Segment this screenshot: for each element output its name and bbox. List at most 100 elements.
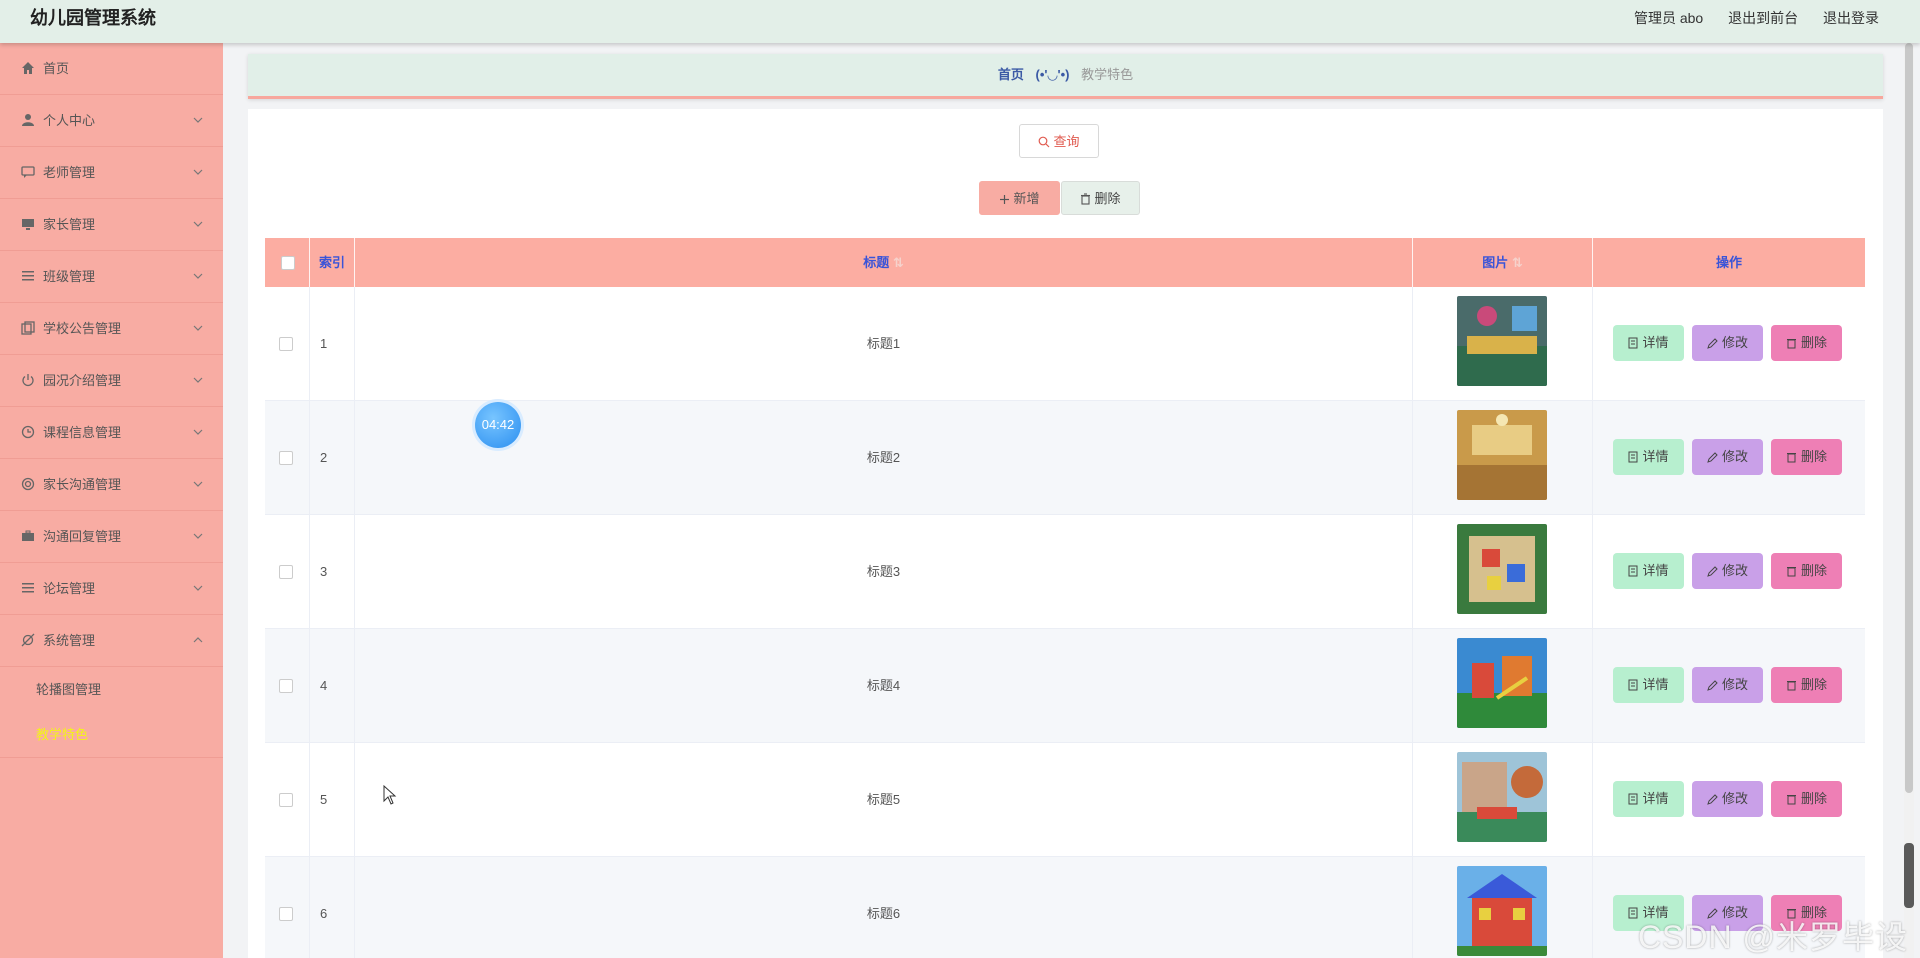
breadcrumb: 首页 (•'◡'•) 教学特色: [248, 54, 1883, 99]
clock-icon: [21, 425, 35, 439]
row-select: [265, 287, 310, 401]
sidebar-item-label: 论坛管理: [43, 581, 96, 596]
row-checkbox[interactable]: [279, 451, 293, 465]
row-actions: 详情 修改 删除: [1593, 743, 1865, 857]
batch-delete-label: 删除: [1094, 191, 1121, 206]
detail-button[interactable]: 详情: [1613, 667, 1684, 703]
row-index: 2: [310, 401, 355, 515]
sidebar-item-label: 首页: [43, 61, 70, 76]
delete-button[interactable]: 删除: [1771, 667, 1842, 703]
row-select: [265, 515, 310, 629]
back-to-front-link[interactable]: 退出到前台: [1728, 10, 1798, 26]
logout-link[interactable]: 退出登录: [1823, 10, 1879, 26]
edit-button[interactable]: 修改: [1692, 667, 1763, 703]
sort-icon: ⇅: [892, 255, 904, 270]
table-row: 5 标题5 详情 修改 删除: [265, 743, 1865, 857]
search-button[interactable]: 查询: [1019, 124, 1099, 158]
mouse-cursor-icon: [383, 785, 397, 805]
document-icon: [1628, 565, 1638, 577]
sidebar-item-intro[interactable]: 园况介绍管理: [0, 355, 223, 407]
row-checkbox[interactable]: [279, 907, 293, 921]
detail-label: 详情: [1642, 335, 1669, 350]
edit-icon: [1707, 680, 1718, 691]
search-icon: [1039, 136, 1050, 148]
edit-button[interactable]: 修改: [1692, 781, 1763, 817]
plus-icon: [1000, 195, 1010, 204]
delete-button[interactable]: 删除: [1771, 325, 1842, 361]
sidebar-item-system[interactable]: 系统管理: [0, 615, 223, 667]
edit-button[interactable]: 修改: [1692, 325, 1763, 361]
breadcrumb-home[interactable]: 首页: [998, 67, 1024, 82]
delete-button[interactable]: 删除: [1771, 553, 1842, 589]
top-bar: 幼儿园管理系统 管理员 abo 退出到前台 退出登录: [0, 0, 1920, 43]
sidebar-item-personal-center[interactable]: 个人中心: [0, 95, 223, 147]
header-title[interactable]: 标题 ⇅: [355, 238, 1413, 287]
thumbnail-image[interactable]: [1457, 410, 1547, 500]
delete-label: 删除: [1800, 677, 1827, 692]
sidebar-subitem-teaching-feature[interactable]: 教学特色: [0, 712, 223, 757]
table-row: 1 标题1 详情 修改 删除: [265, 287, 1865, 401]
sidebar-item-label: 课程信息管理: [43, 425, 122, 440]
detail-button[interactable]: 详情: [1613, 553, 1684, 589]
sidebar-item-class[interactable]: 班级管理: [0, 251, 223, 303]
sidebar-item-parent-communication[interactable]: 家长沟通管理: [0, 459, 223, 511]
thumbnail-image[interactable]: [1457, 296, 1547, 386]
admin-user-label[interactable]: 管理员 abo: [1634, 10, 1703, 26]
sidebar: 首页 个人中心 老师管理 家长管理 班级管理 学校公告管理 园况介绍管理 课程信…: [0, 43, 223, 958]
sidebar-item-reply[interactable]: 沟通回复管理: [0, 511, 223, 563]
breadcrumb-separator: (•'◡'•): [1035, 67, 1070, 82]
row-checkbox[interactable]: [279, 565, 293, 579]
edit-icon: [1707, 794, 1718, 805]
briefcase-icon: [22, 530, 34, 541]
chevron-down-icon: [193, 169, 203, 175]
thumbnail-image[interactable]: [1457, 866, 1547, 956]
header-title-label: 标题: [863, 255, 890, 270]
row-title: 标题3: [355, 515, 1413, 629]
row-checkbox[interactable]: [279, 679, 293, 693]
delete-label: 删除: [1800, 791, 1827, 806]
thumbnail-image[interactable]: [1457, 524, 1547, 614]
chevron-up-icon: [193, 637, 203, 643]
sidebar-divider: [0, 757, 223, 758]
sidebar-item-notice[interactable]: 学校公告管理: [0, 303, 223, 355]
row-checkbox[interactable]: [279, 793, 293, 807]
delete-button[interactable]: 删除: [1771, 439, 1842, 475]
sidebar-item-parent[interactable]: 家长管理: [0, 199, 223, 251]
row-select: [265, 743, 310, 857]
page-scrollbar[interactable]: [1904, 43, 1914, 958]
edit-label: 修改: [1721, 791, 1748, 806]
batch-delete-button[interactable]: 删除: [1061, 181, 1140, 215]
monitor-icon: [22, 219, 34, 230]
sidebar-item-home[interactable]: 首页: [0, 43, 223, 95]
header-index: 索引: [310, 238, 355, 287]
detail-button[interactable]: 详情: [1613, 439, 1684, 475]
breadcrumb-current: 教学特色: [1081, 67, 1134, 82]
thumbnail-image[interactable]: [1457, 638, 1547, 728]
scrollbar-thumb[interactable]: [1905, 43, 1913, 793]
chevron-down-icon: [193, 221, 203, 227]
sidebar-item-forum[interactable]: 论坛管理: [0, 563, 223, 615]
data-table: 索引 标题 ⇅ 图片 ⇅ 操作 1 标题1 详情 修改 删除 2 标题2 详情 …: [265, 238, 1865, 958]
select-all-checkbox[interactable]: [281, 256, 295, 270]
add-button-label: 新增: [1013, 191, 1040, 206]
timer-badge[interactable]: 04:42: [475, 402, 521, 448]
edit-button[interactable]: 修改: [1692, 439, 1763, 475]
list-icon: [22, 271, 34, 281]
detail-button[interactable]: 详情: [1613, 781, 1684, 817]
add-button[interactable]: 新增: [979, 181, 1060, 215]
edit-button[interactable]: 修改: [1692, 553, 1763, 589]
sidebar-item-course[interactable]: 课程信息管理: [0, 407, 223, 459]
thumbnail-image[interactable]: [1457, 752, 1547, 842]
delete-button[interactable]: 删除: [1771, 781, 1842, 817]
delete-label: 删除: [1800, 563, 1827, 578]
sidebar-item-teacher[interactable]: 老师管理: [0, 147, 223, 199]
row-checkbox[interactable]: [279, 337, 293, 351]
sidebar-item-label: 班级管理: [43, 269, 96, 284]
detail-label: 详情: [1642, 449, 1669, 464]
sidebar-subitem-carousel[interactable]: 轮播图管理: [0, 667, 223, 712]
header-image[interactable]: 图片 ⇅: [1413, 238, 1593, 287]
detail-button[interactable]: 详情: [1613, 325, 1684, 361]
edit-icon: [1707, 566, 1718, 577]
row-select: [265, 857, 310, 958]
sidebar-item-label: 老师管理: [43, 165, 96, 180]
